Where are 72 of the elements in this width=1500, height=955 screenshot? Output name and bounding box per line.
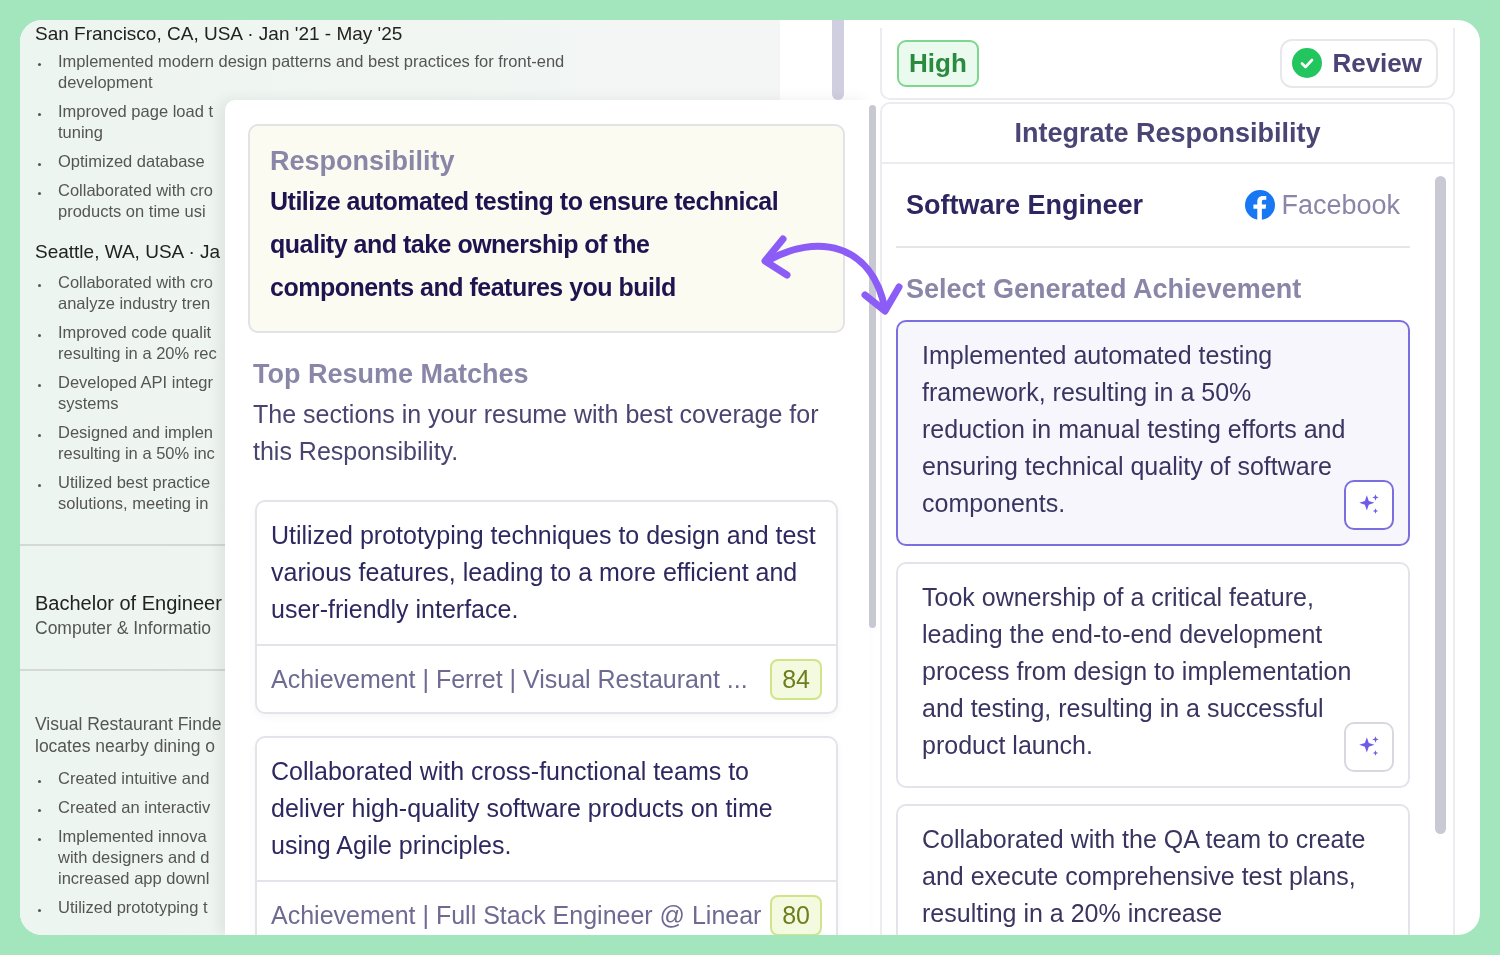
resume-text: Created intuitive and: [58, 768, 210, 789]
resume-text: Implemented modern design patterns and best practices for front-end: [58, 51, 565, 72]
check-circle-icon: [1292, 48, 1323, 78]
resume-text: analyze industry tren: [58, 293, 211, 314]
resume-text: Utilized prototyping t: [58, 897, 208, 918]
resume-text: systems: [58, 393, 119, 414]
responsibility-label: Responsibility: [270, 145, 456, 178]
resume-text: San Francisco, CA, USA · Jan '21 - May '25: [35, 22, 403, 46]
achievement-text: Collaborated with the QA team to create and execute comprehensive test plans, resulting in a 20% increase: [922, 824, 1367, 929]
bullet-icon: [38, 484, 41, 487]
bullet-icon: [38, 163, 41, 166]
resume-text: Utilized best practice: [58, 472, 211, 493]
resume-text: Designed and implen: [58, 422, 214, 443]
achievement-card[interactable]: Implemented automated testing framework, resulting in a 50% reduction in manual testing efforts and ensuring technical quality of software components.: [896, 320, 1410, 546]
resume-text: Implemented innova: [58, 826, 207, 847]
review-button[interactable]: Review: [1280, 38, 1438, 88]
resume-text: Collaborated with cro: [58, 272, 213, 293]
achievement-card[interactable]: Collaborated with the QA team to create and execute comprehensive test plans, resulting in a 20% increase: [896, 804, 1410, 935]
resume-text: resulting in a 50% inc: [58, 443, 215, 464]
bullet-icon: [38, 63, 41, 66]
match-card[interactable]: Utilized prototyping techniques to design and test various features, leading to a more efficient and user-friendly interface. Achievement | Ferret | Visual Restaurant ... 84: [255, 500, 838, 714]
resume-text: Computer & Informatio: [35, 618, 212, 639]
resume-text: with designers and d: [58, 847, 210, 868]
bullet-icon: [38, 838, 41, 841]
section-title: Top Resume Matches: [253, 359, 530, 390]
bullet-icon: [38, 284, 41, 287]
bullet-icon: [38, 809, 41, 812]
match-card[interactable]: Collaborated with cross-functional teams to deliver high-quality software products on time using Agile principles. Achievement | Full Stack Engineer @ Linear 80: [255, 736, 838, 935]
achievement-card[interactable]: Took ownership of a critical feature, leading the end-to-end development process from design to implementation and testing, resulting in a successful product launch.: [896, 562, 1410, 788]
resume-text: locates nearby dining o: [35, 735, 215, 757]
score-badge: 80: [770, 895, 822, 935]
match-source: Achievement | Ferret | Visual Restaurant ...: [271, 665, 748, 694]
achievement-text: Took ownership of a critical feature, leading the end-to-end development process from design to implementation and testing, resulting in a successful product launch.: [922, 582, 1352, 761]
bullet-icon: [38, 384, 41, 387]
company-name: Facebook: [1281, 189, 1400, 221]
resume-text: development: [58, 72, 153, 93]
resume-text: solutions, meeting in: [58, 493, 209, 514]
sparkle-button[interactable]: [1344, 480, 1394, 530]
resume-text: Created an interactiv: [58, 797, 211, 818]
scrollbar-thumb[interactable]: [869, 105, 876, 628]
resume-text: Improved code qualit: [58, 322, 212, 343]
priority-badge: High: [897, 39, 979, 87]
match-text: Utilized prototyping techniques to design and test various features, leading to a more efficient and user-friendly interface.: [270, 520, 817, 625]
bullet-icon: [38, 334, 41, 337]
achievement-text: Implemented automated testing framework, resulting in a 50% reduction in manual testing efforts and ensuring technical quality of software components.: [922, 340, 1347, 519]
resume-text: increased app downl: [58, 868, 210, 889]
section-description: The sections in your resume with best coverage for this Responsibility.: [253, 399, 820, 467]
resume-text: Visual Restaurant Finde: [35, 713, 222, 735]
resume-text: Collaborated with cro: [58, 180, 213, 201]
section-title: Select Generated Achievement: [906, 274, 1303, 305]
bullet-icon: [38, 780, 41, 783]
resume-text: tuning: [58, 122, 103, 143]
f-logo-icon: [1245, 190, 1276, 220]
resume-text: Seattle, WA, USA · Ja: [35, 240, 221, 264]
bullet-icon: [38, 192, 41, 195]
bullet-icon: [38, 909, 41, 912]
degree-title: Bachelor of Engineer: [35, 591, 222, 616]
scrollbar-thumb[interactable]: [832, 20, 844, 100]
resume-text: products on time usi: [58, 201, 206, 222]
bullet-icon: [38, 434, 41, 437]
responsibility-text: Utilize automated testing to ensure technical quality and take ownership of the components and features you build: [270, 186, 780, 303]
job-title: Software Engineer: [906, 189, 1144, 221]
bullet-icon: [38, 113, 41, 116]
resume-text: resulting in a 20% rec: [58, 343, 217, 364]
scrollbar-thumb[interactable]: [1435, 176, 1446, 834]
match-source: Achievement | Full Stack Engineer @ Linear: [271, 901, 762, 930]
match-text: Collaborated with cross-functional teams to deliver high-quality software products on time using Agile principles.: [270, 756, 774, 861]
panel-title: Integrate Responsibility: [882, 104, 1453, 164]
score-badge: 84: [770, 659, 822, 700]
resume-text: Improved page load t: [58, 101, 214, 122]
resume-text: Optimized database: [58, 151, 205, 172]
resume-text: Developed API integr: [58, 372, 214, 393]
